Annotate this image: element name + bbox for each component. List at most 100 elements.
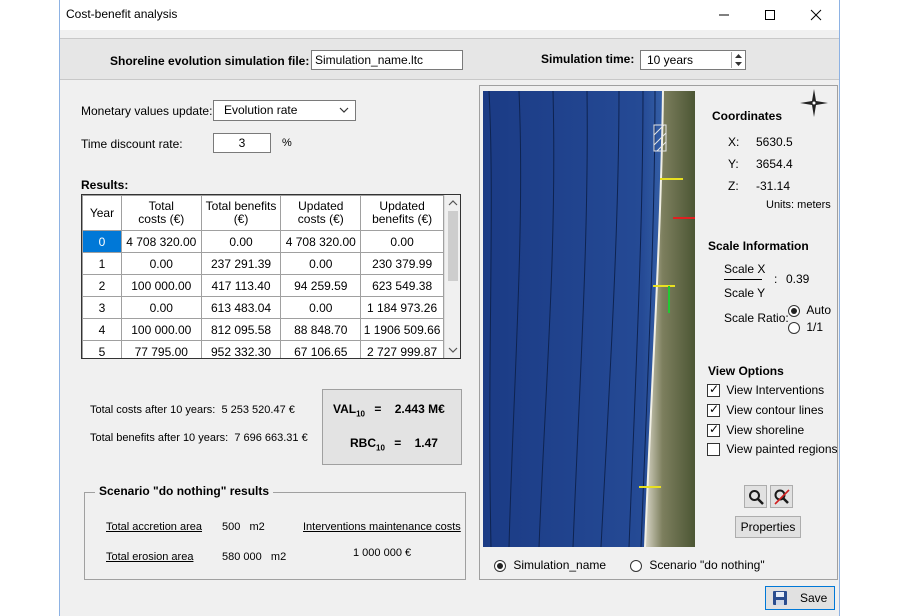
coord-y-label: Y: bbox=[728, 157, 739, 171]
map-view[interactable] bbox=[483, 91, 695, 547]
option-view-interventions[interactable]: View Interventions bbox=[707, 382, 825, 398]
radio-do-nothing[interactable] bbox=[630, 559, 642, 572]
monetary-select[interactable]: Evolution rate bbox=[213, 100, 356, 121]
map-option-simulation[interactable]: Simulation_name bbox=[494, 558, 606, 572]
results-table[interactable]: Year Total costs (€) Total benefits (€) … bbox=[81, 194, 461, 359]
sim-file-field[interactable]: Simulation_name.ltc bbox=[311, 50, 463, 70]
scale-one-label: 1/1 bbox=[806, 320, 824, 334]
cell-updated-costs[interactable]: 0.00 bbox=[280, 252, 362, 275]
table-row[interactable]: 1 0.00 237 291.39 0.00 230 379.99 bbox=[82, 252, 444, 275]
close-button[interactable] bbox=[793, 0, 839, 30]
cell-year[interactable]: 3 bbox=[82, 296, 122, 319]
cell-year[interactable]: 5 bbox=[82, 340, 122, 358]
col-header-updated-costs[interactable]: Updated costs (€) bbox=[280, 195, 362, 231]
cell-updated-costs[interactable]: 67 106.65 bbox=[280, 340, 362, 358]
accretion-value: 500 m2 bbox=[222, 521, 265, 533]
cell-total-costs[interactable]: 0.00 bbox=[120, 296, 202, 319]
cell-total-costs[interactable]: 100 000.00 bbox=[120, 318, 202, 341]
coord-x-value: 5630.5 bbox=[756, 135, 793, 149]
cell-total-benefits[interactable]: 417 113.40 bbox=[200, 274, 282, 297]
cell-year[interactable]: 4 bbox=[82, 318, 122, 341]
zoom-reset-button[interactable] bbox=[770, 485, 793, 508]
cell-total-benefits[interactable]: 952 332.30 bbox=[200, 340, 282, 358]
option-view-contour-lines[interactable]: View contour lines bbox=[707, 402, 824, 418]
total-benefits-value: 7 696 663.31 € bbox=[234, 432, 308, 444]
sim-time-stepper[interactable]: 10 years bbox=[640, 50, 746, 70]
cell-total-costs[interactable]: 4 708 320.00 bbox=[120, 230, 202, 253]
cell-total-benefits[interactable]: 0.00 bbox=[200, 230, 282, 253]
cell-updated-benefits[interactable]: 230 379.99 bbox=[360, 252, 444, 275]
table-scrollbar[interactable] bbox=[444, 195, 460, 358]
maximize-button[interactable] bbox=[747, 0, 793, 30]
save-label: Save bbox=[800, 591, 828, 605]
simulation-header: Shoreline evolution simulation file: Sim… bbox=[60, 38, 839, 80]
cell-updated-benefits[interactable]: 1 184 973.26 bbox=[360, 296, 444, 319]
checkbox-painted-regions[interactable] bbox=[707, 443, 720, 457]
radio-one-to-one[interactable] bbox=[788, 321, 800, 334]
option-label: View shoreline bbox=[726, 423, 805, 437]
cell-total-costs[interactable]: 77 795.00 bbox=[120, 340, 202, 358]
cell-updated-benefits[interactable]: 623 549.38 bbox=[360, 274, 444, 297]
cell-updated-costs[interactable]: 4 708 320.00 bbox=[280, 230, 362, 253]
col-header-total-benefits[interactable]: Total benefits (€) bbox=[200, 195, 282, 231]
col-header-total-costs[interactable]: Total costs (€) bbox=[120, 195, 202, 231]
col-header-updated-benefits[interactable]: Updated benefits (€) bbox=[360, 195, 444, 231]
cell-year[interactable]: 0 bbox=[82, 230, 122, 253]
map-option-do-nothing[interactable]: Scenario "do nothing" bbox=[630, 558, 765, 572]
scale-one-option[interactable]: 1/1 bbox=[788, 320, 823, 334]
cell-total-costs[interactable]: 100 000.00 bbox=[120, 274, 202, 297]
scroll-thumb[interactable] bbox=[448, 211, 458, 281]
option-view-painted-regions[interactable]: View painted regions bbox=[707, 442, 838, 457]
rbc-value: 1.47 bbox=[414, 436, 438, 450]
minimize-icon bbox=[719, 14, 729, 16]
table-row[interactable]: 2 100 000.00 417 113.40 94 259.59 623 54… bbox=[82, 274, 444, 297]
scroll-up-icon[interactable] bbox=[448, 199, 458, 207]
compass-icon bbox=[800, 89, 828, 117]
scale-x-label: Scale X bbox=[724, 262, 766, 276]
total-costs-text: Total costs after 10 years: 5 253 520.47… bbox=[90, 404, 295, 416]
cell-updated-benefits[interactable]: 2 727 999.87 bbox=[360, 340, 444, 358]
coord-z-value: -31.14 bbox=[756, 179, 791, 193]
cell-total-benefits[interactable]: 812 095.58 bbox=[200, 318, 282, 341]
rbc-label: RBC bbox=[350, 436, 376, 450]
minimize-button[interactable] bbox=[701, 0, 747, 30]
checkbox-shoreline[interactable] bbox=[707, 422, 720, 438]
cell-updated-benefits[interactable]: 0.00 bbox=[360, 230, 444, 253]
checkbox-contour-lines[interactable] bbox=[707, 402, 720, 418]
zoom-button[interactable] bbox=[744, 485, 767, 508]
total-costs-label: Total costs after 10 years: bbox=[90, 404, 216, 416]
monetary-value: Evolution rate bbox=[224, 103, 298, 117]
cell-updated-benefits[interactable]: 1 1906 509.66 bbox=[360, 318, 444, 341]
table-row[interactable]: 0 4 708 320.00 0.00 4 708 320.00 0.00 bbox=[82, 230, 444, 253]
properties-button[interactable]: Properties bbox=[735, 516, 801, 538]
scroll-down-icon[interactable] bbox=[448, 346, 458, 354]
sim-time-spin[interactable] bbox=[731, 52, 744, 68]
table-row[interactable]: 4 100 000.00 812 095.58 88 848.70 1 1906… bbox=[82, 318, 444, 341]
cell-year[interactable]: 2 bbox=[82, 274, 122, 297]
save-button[interactable]: Save bbox=[765, 586, 835, 610]
coordinates-title: Coordinates bbox=[712, 109, 783, 123]
map-option-simulation-label: Simulation_name bbox=[513, 558, 607, 572]
cell-total-benefits[interactable]: 237 291.39 bbox=[200, 252, 282, 275]
cell-year[interactable]: 1 bbox=[82, 252, 122, 275]
radio-simulation[interactable] bbox=[494, 559, 506, 572]
option-view-shoreline[interactable]: View shoreline bbox=[707, 422, 805, 438]
option-label: View contour lines bbox=[726, 403, 824, 417]
cell-updated-costs[interactable]: 88 848.70 bbox=[280, 318, 362, 341]
checkbox-interventions[interactable] bbox=[707, 382, 720, 398]
col-header-year[interactable]: Year bbox=[82, 195, 122, 231]
scale-y-label: Scale Y bbox=[724, 286, 766, 300]
radio-auto[interactable] bbox=[788, 304, 800, 317]
scale-auto-option[interactable]: Auto bbox=[788, 303, 831, 317]
table-row[interactable]: 5 77 795.00 952 332.30 67 106.65 2 727 9… bbox=[82, 340, 444, 358]
erosion-label: Total erosion area bbox=[106, 551, 194, 563]
table-row[interactable]: 3 0.00 613 483.04 0.00 1 184 973.26 bbox=[82, 296, 444, 319]
monetary-label: Monetary values update: bbox=[81, 104, 213, 118]
cell-updated-costs[interactable]: 0.00 bbox=[280, 296, 362, 319]
discount-input[interactable]: 3 bbox=[213, 133, 271, 153]
option-label: View Interventions bbox=[726, 383, 825, 397]
cell-total-costs[interactable]: 0.00 bbox=[120, 252, 202, 275]
cell-total-benefits[interactable]: 613 483.04 bbox=[200, 296, 282, 319]
maintenance-value: 1 000 000 € bbox=[353, 547, 412, 559]
cell-updated-costs[interactable]: 94 259.59 bbox=[280, 274, 362, 297]
